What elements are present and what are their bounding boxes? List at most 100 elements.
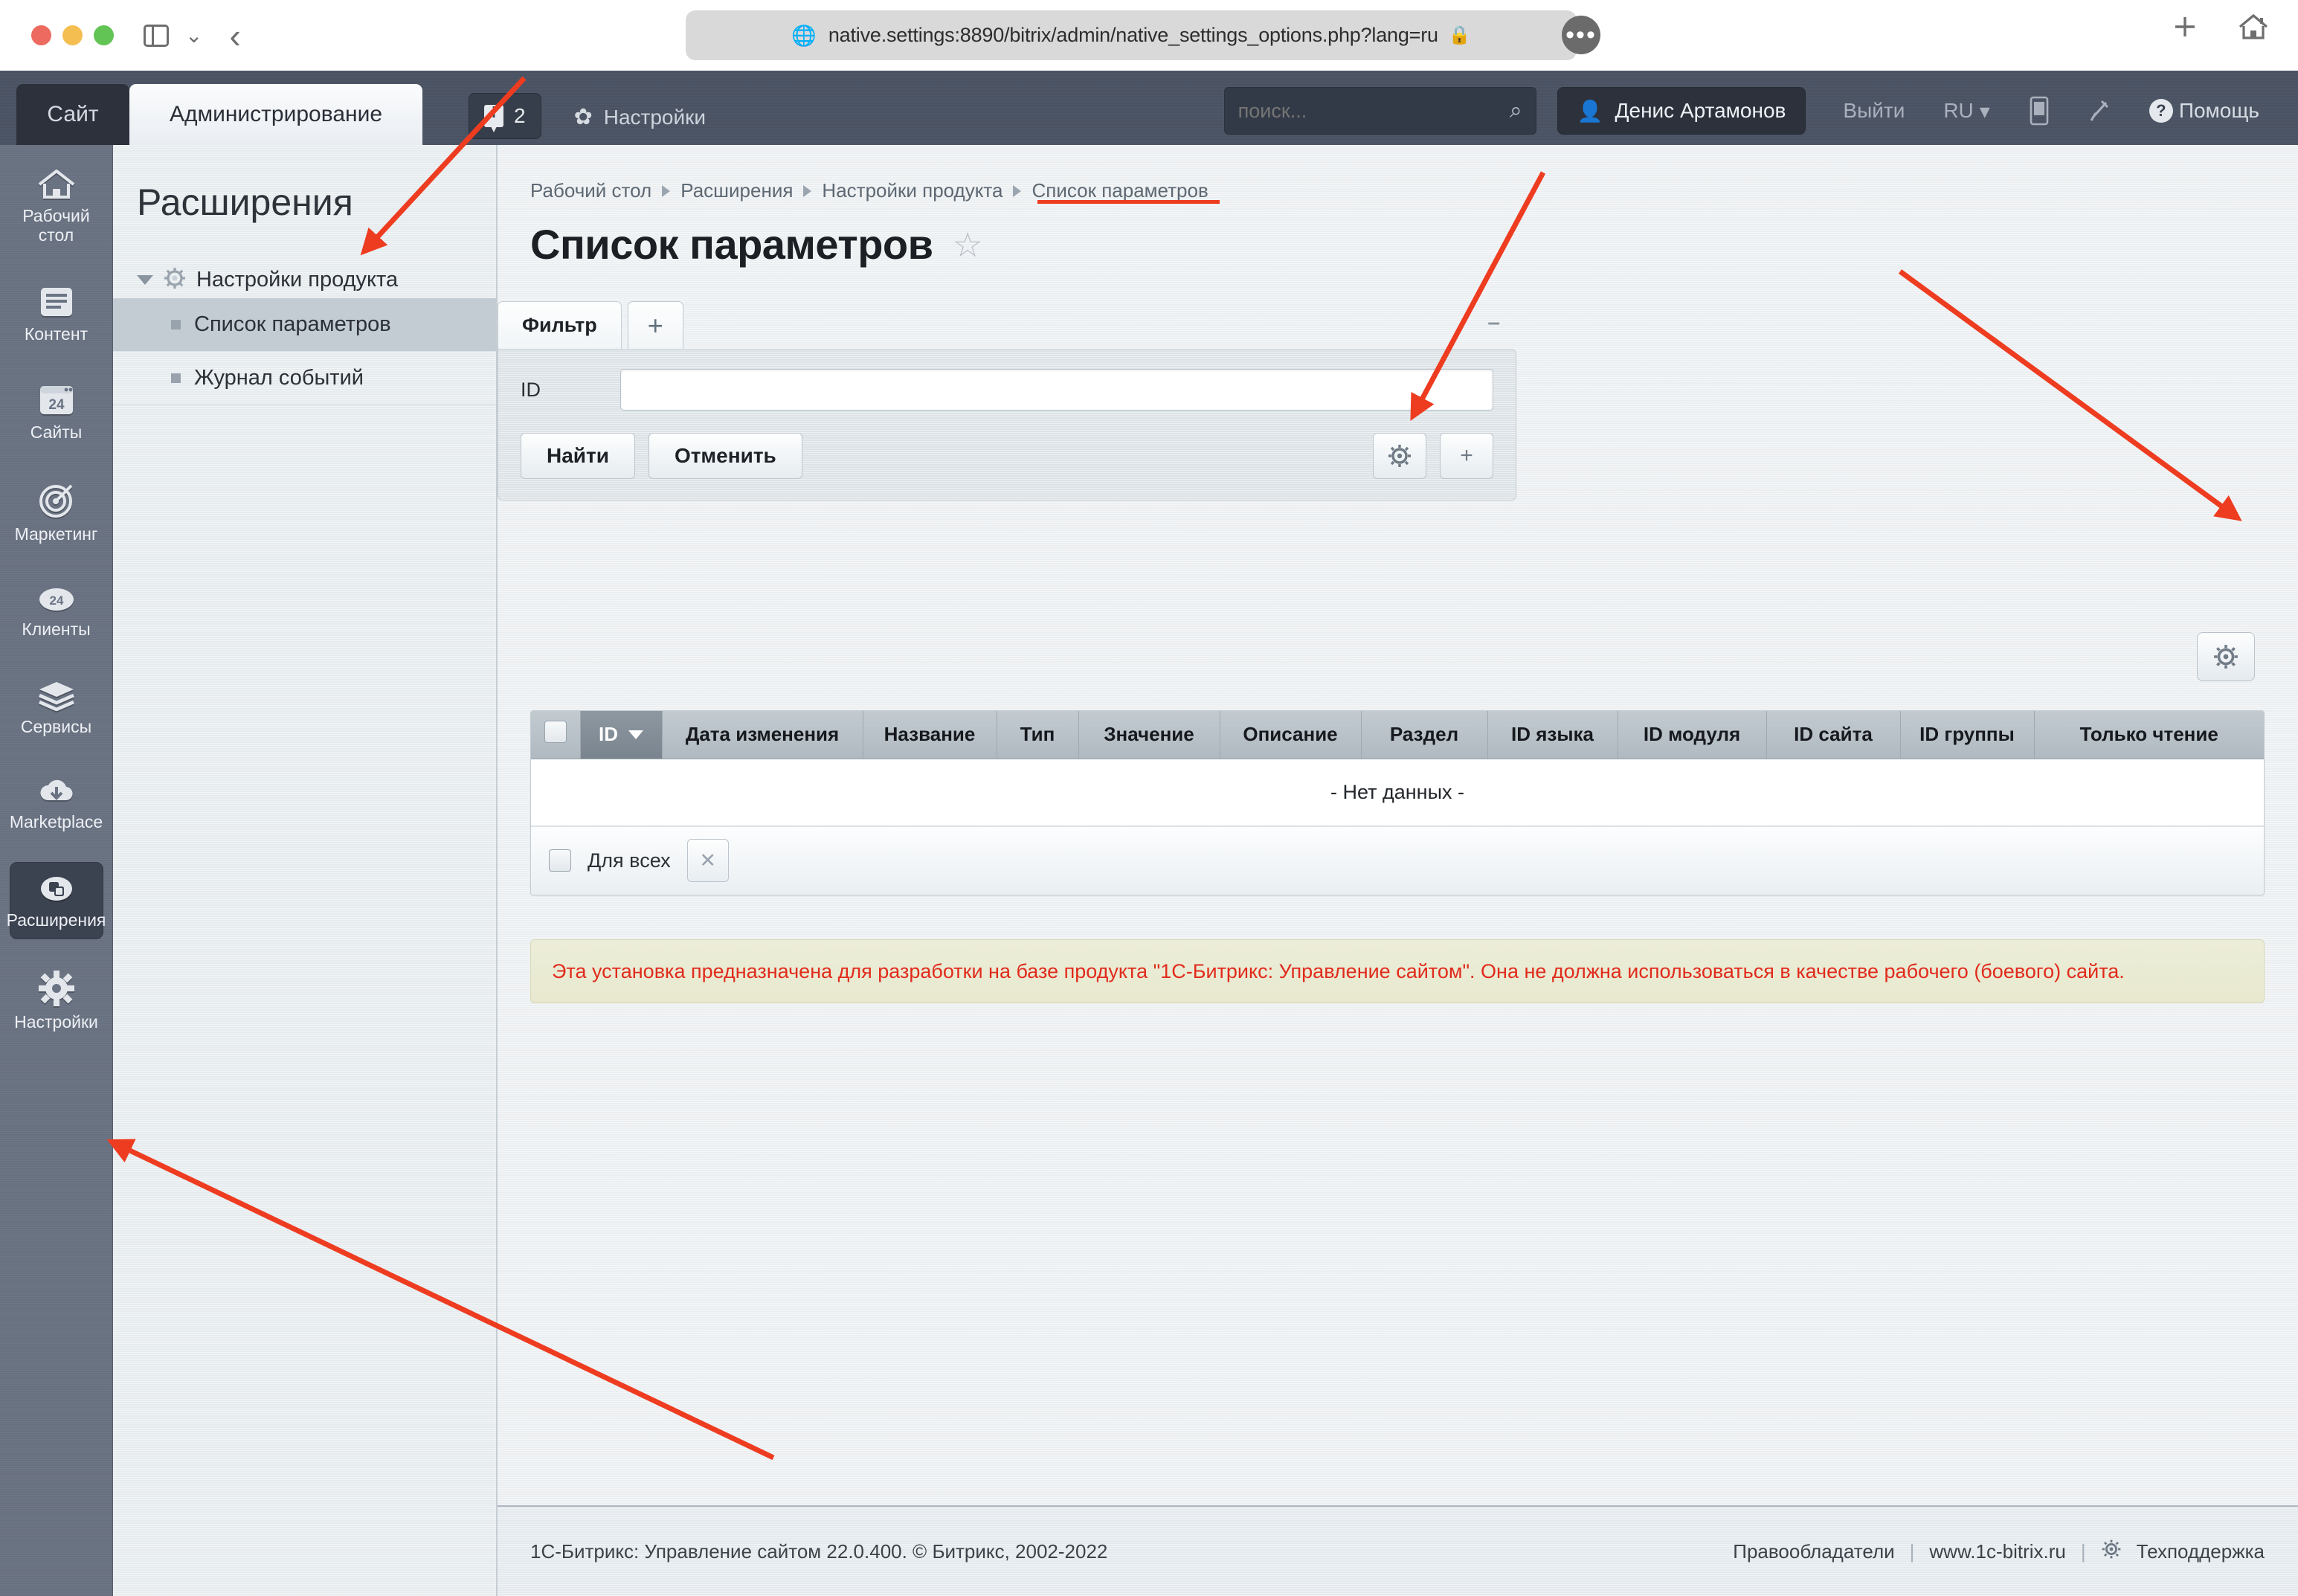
footer-support-link[interactable]: Техподдержка: [2137, 1540, 2265, 1563]
breadcrumb-item-desktop[interactable]: Рабочий стол: [530, 179, 651, 202]
filter-tab[interactable]: Фильтр: [498, 301, 622, 349]
column-header-modified-date[interactable]: Дата изменения: [662, 711, 863, 759]
tab-administration[interactable]: Администрирование: [129, 84, 422, 145]
home-icon[interactable]: [2237, 10, 2270, 43]
breadcrumb-item-parameter-list[interactable]: Список параметров: [1031, 179, 1208, 202]
column-header-id[interactable]: ID: [580, 711, 663, 759]
address-bar[interactable]: 🌐 native.settings:8890/bitrix/admin/nati…: [686, 10, 1577, 60]
window-minimize-button[interactable]: [62, 25, 83, 45]
secondary-nav-panel: Расширения Настройки продукта Список пар…: [113, 145, 497, 1596]
plus-icon[interactable]: [2169, 10, 2201, 43]
info-badge-icon: i: [484, 105, 503, 132]
page-title-row: Список параметров ☆: [498, 202, 2298, 268]
subnav-item-event-log[interactable]: Журнал событий: [113, 352, 496, 405]
filter-add-field-button[interactable]: +: [1440, 433, 1493, 479]
filter-search-button[interactable]: Найти: [521, 433, 635, 479]
chevron-down-icon[interactable]: ⌄: [185, 25, 202, 46]
layers-icon: [37, 680, 76, 711]
svg-text:24: 24: [49, 593, 63, 608]
more-ellipsis-icon[interactable]: •••: [1562, 16, 1600, 54]
filter-body: ID Найти Отменить +: [498, 349, 1516, 501]
column-header-site-id[interactable]: ID сайта: [1766, 711, 1901, 759]
tab-site[interactable]: Сайт: [16, 84, 129, 145]
gear-icon: ✿: [573, 105, 593, 129]
globe-icon: 🌐: [791, 24, 817, 47]
pin-icon[interactable]: [2088, 98, 2111, 123]
rail-item-marketing[interactable]: Маркетинг: [10, 472, 103, 553]
window-maximize-button[interactable]: [94, 25, 114, 45]
topbar-right-group: ⌕ 👤 Денис Артамонов Выйти RU ▾ ? Помощь: [1223, 87, 2279, 135]
help-label: Помощь: [2178, 99, 2259, 122]
bullet-icon: [171, 320, 181, 329]
filter-id-input[interactable]: [620, 369, 1493, 411]
help-question-icon: ?: [2149, 99, 2173, 123]
rail-item-clients[interactable]: 24 Клиенты: [10, 573, 103, 648]
footer-separator: |: [1909, 1539, 1915, 1563]
search-icon[interactable]: ⌕: [1510, 98, 1522, 123]
rail-item-content[interactable]: Контент: [10, 275, 103, 353]
subnav-group-product-settings[interactable]: Настройки продукта: [113, 261, 496, 298]
filter-id-label: ID: [521, 378, 541, 401]
footer-select-all-label: Для всех: [588, 849, 671, 872]
user-menu-button[interactable]: 👤 Денис Артамонов: [1557, 87, 1806, 135]
column-header-module-id[interactable]: ID модуля: [1618, 711, 1767, 759]
breadcrumb: Рабочий стол Расширения Настройки продук…: [498, 145, 2298, 202]
user-name: Денис Артамонов: [1615, 99, 1786, 122]
column-header-section[interactable]: Раздел: [1361, 711, 1488, 759]
cloud-24-icon: 24: [37, 584, 76, 614]
rail-item-sites[interactable]: 24 Сайты: [10, 373, 103, 451]
caret-down-icon[interactable]: [137, 274, 153, 285]
column-header-name[interactable]: Название: [863, 711, 997, 759]
grid-settings-gear-button[interactable]: [2197, 632, 2255, 681]
logout-link[interactable]: Выйти: [1843, 99, 1905, 123]
breadcrumb-item-product-settings[interactable]: Настройки продукта: [822, 179, 1002, 202]
filter-collapse-button[interactable]: –: [1487, 310, 1500, 335]
topbar-settings-link[interactable]: ✿ Настройки: [574, 104, 706, 130]
footer-links: Правообладатели | www.1c-bitrix.ru | Тех…: [1733, 1539, 2265, 1565]
mobile-device-icon[interactable]: [2029, 96, 2050, 126]
back-chevron-icon[interactable]: ‹: [229, 19, 240, 53]
footer-select-all-checkbox[interactable]: [549, 849, 571, 872]
filter-cancel-button[interactable]: Отменить: [648, 433, 802, 479]
star-icon[interactable]: ☆: [953, 225, 983, 265]
language-switcher[interactable]: RU ▾: [1943, 99, 1990, 123]
rail-item-label: Сайты: [30, 422, 83, 443]
column-header-description[interactable]: Описание: [1220, 711, 1362, 759]
footer-rights-link[interactable]: Правообладатели: [1733, 1540, 1894, 1563]
column-header-type[interactable]: Тип: [997, 711, 1079, 759]
filter-add-tab-button[interactable]: +: [627, 301, 683, 349]
rail-item-services[interactable]: Сервисы: [10, 669, 103, 745]
subnav-group-label: Настройки продукта: [196, 267, 399, 292]
help-link[interactable]: ? Помощь: [2149, 99, 2259, 123]
subnav-title: Расширения: [137, 181, 353, 223]
left-icon-rail: Рабочий стол Контент 24 Сайты Маркетинг …: [0, 145, 113, 1596]
gear-icon: [38, 970, 74, 1006]
rail-item-label: Сервисы: [20, 716, 92, 736]
target-icon: [39, 483, 74, 518]
parameters-table: ID Дата изменения Название Тип Значение …: [531, 711, 2264, 826]
rail-item-desktop[interactable]: Рабочий стол: [10, 158, 103, 254]
column-header-value[interactable]: Значение: [1078, 711, 1220, 759]
grid-footer: Для всех ✕: [531, 826, 2264, 895]
column-header-readonly[interactable]: Только чтение: [2034, 711, 2264, 759]
gear-icon: [164, 267, 186, 293]
notifications-button[interactable]: i 2: [469, 93, 541, 139]
select-all-checkbox[interactable]: [544, 721, 567, 744]
search-input[interactable]: [1237, 99, 1510, 123]
column-header-lang-id[interactable]: ID языка: [1487, 711, 1618, 759]
rail-item-settings[interactable]: Настройки: [10, 960, 103, 1040]
subnav-item-parameter-list[interactable]: Список параметров: [113, 298, 496, 352]
column-header-group-id[interactable]: ID группы: [1900, 711, 2035, 759]
breadcrumb-item-extensions[interactable]: Расширения: [680, 179, 793, 202]
rail-item-extensions[interactable]: Расширения: [7, 861, 106, 939]
filter-panel: Фильтр + – ID Найти Отменить +: [498, 301, 1516, 501]
topbar-search[interactable]: ⌕: [1223, 87, 1536, 135]
subnav-item-label: Список параметров: [194, 312, 391, 336]
filter-settings-gear-button[interactable]: [1373, 433, 1426, 479]
bullet-icon: [171, 373, 181, 383]
footer-site-link[interactable]: www.1c-bitrix.ru: [1929, 1540, 2065, 1563]
window-close-button[interactable]: [31, 25, 51, 45]
footer-delete-button[interactable]: ✕: [686, 839, 729, 882]
sidebar-toggle-icon[interactable]: [144, 24, 169, 47]
rail-item-marketplace[interactable]: Marketplace: [10, 766, 103, 840]
